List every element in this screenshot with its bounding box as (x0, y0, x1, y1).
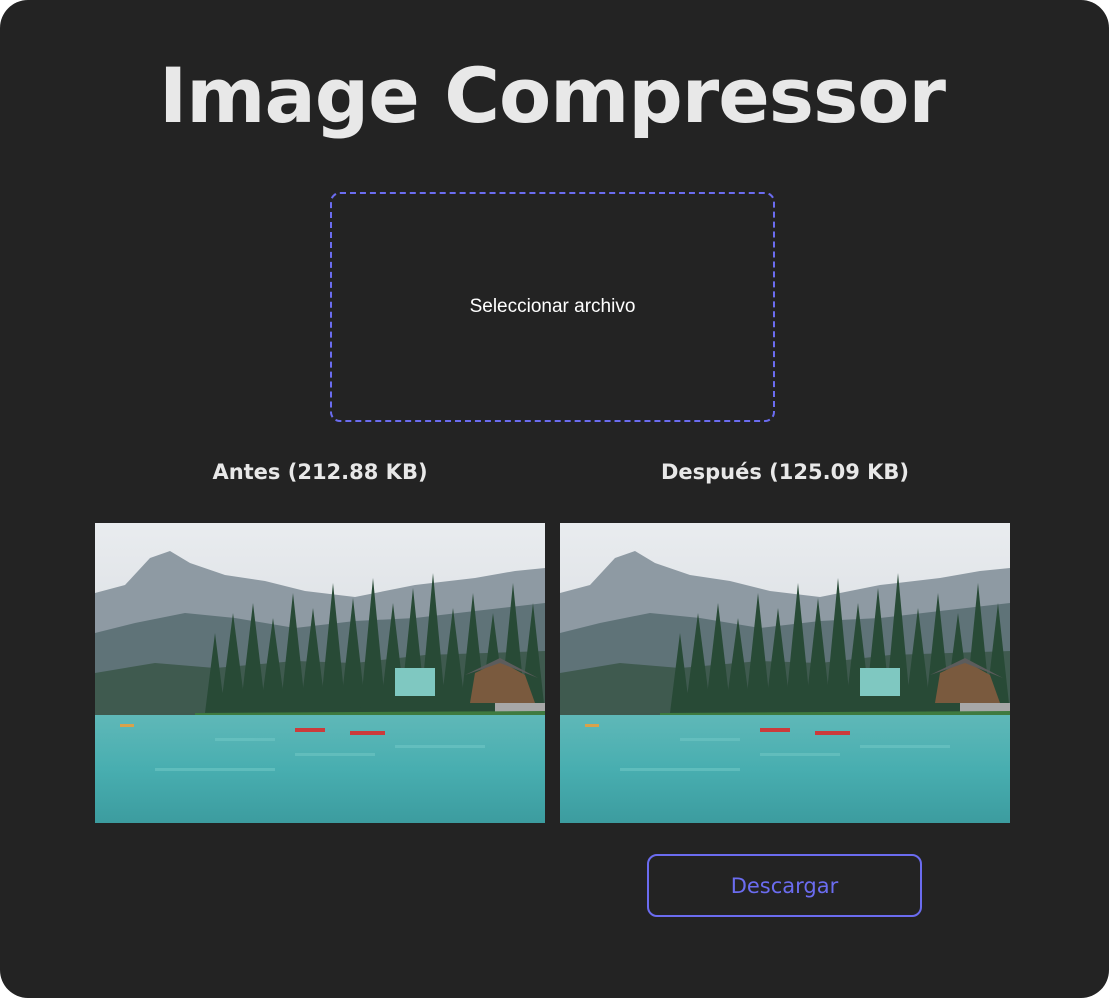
after-size-label: Después (125.09 KB) (660, 460, 910, 484)
compressed-image-preview (560, 523, 1010, 823)
page-title: Image Compressor (159, 51, 946, 140)
download-button-label: Descargar (730, 873, 839, 898)
file-dropzone[interactable]: Seleccionar archivo (330, 192, 775, 422)
original-image-preview (95, 523, 545, 823)
select-file-label: Seleccionar archivo (469, 296, 636, 317)
before-size-label: Antes (212.88 KB) (212, 460, 428, 484)
download-button[interactable]: Descargar (647, 854, 922, 917)
app-container: Image Compressor Seleccionar archivo Ant… (0, 0, 1109, 998)
